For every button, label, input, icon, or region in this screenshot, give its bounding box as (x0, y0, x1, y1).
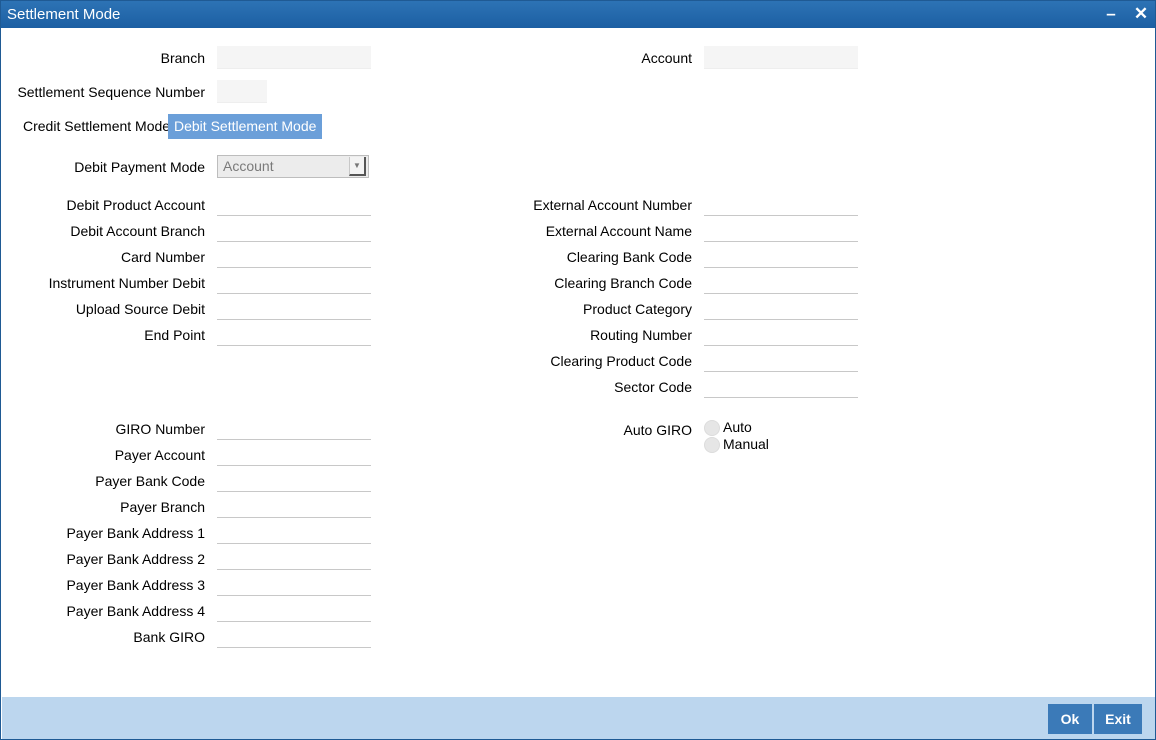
upload-source-debit-field[interactable] (217, 297, 371, 320)
external-account-number-label: External Account Number (533, 197, 692, 213)
payer-bank-address-4-label: Payer Bank Address 4 (66, 603, 205, 619)
payer-bank-code-label: Payer Bank Code (95, 473, 205, 489)
sector-code-field[interactable] (704, 375, 858, 398)
giro-number-label: GIRO Number (115, 421, 205, 437)
payer-bank-address-3-field[interactable] (217, 573, 371, 596)
debit-product-account-field[interactable] (217, 193, 371, 216)
product-category-field[interactable] (704, 297, 858, 320)
clearing-product-code-label: Clearing Product Code (550, 353, 692, 369)
settlement-sequence-field[interactable] (217, 80, 267, 103)
ok-button[interactable]: Ok (1048, 704, 1092, 734)
instrument-number-debit-label: Instrument Number Debit (48, 275, 205, 291)
branch-label: Branch (160, 50, 205, 66)
payer-bank-address-2-field[interactable] (217, 547, 371, 570)
clearing-bank-code-label: Clearing Bank Code (566, 249, 692, 265)
account-field[interactable] (704, 46, 858, 69)
external-account-number-field[interactable] (704, 193, 858, 216)
footer-bar (2, 697, 1155, 739)
giro-number-field[interactable] (217, 417, 371, 440)
card-number-field[interactable] (217, 245, 371, 268)
account-label: Account (641, 50, 692, 66)
end-point-label: End Point (144, 327, 205, 343)
clearing-product-code-field[interactable] (704, 349, 858, 372)
close-icon[interactable]: ✕ (1131, 4, 1151, 24)
payer-branch-field[interactable] (217, 495, 371, 518)
payer-bank-address-2-label: Payer Bank Address 2 (66, 551, 205, 567)
bank-giro-field[interactable] (217, 625, 371, 648)
instrument-number-debit-field[interactable] (217, 271, 371, 294)
payer-bank-address-3-label: Payer Bank Address 3 (66, 577, 205, 593)
routing-number-field[interactable] (704, 323, 858, 346)
payer-bank-address-1-label: Payer Bank Address 1 (66, 525, 205, 541)
window-title: Settlement Mode (7, 6, 121, 23)
payer-account-label: Payer Account (114, 447, 205, 463)
clearing-bank-code-field[interactable] (704, 245, 858, 268)
upload-source-debit-label: Upload Source Debit (75, 301, 205, 317)
tab-debit-settlement-mode[interactable]: Debit Settlement Mode (168, 114, 323, 139)
external-account-name-field[interactable] (704, 219, 858, 242)
debit-product-account-label: Debit Product Account (66, 197, 205, 213)
debit-payment-mode-label: Debit Payment Mode (74, 159, 205, 175)
debit-payment-mode-value: Account (223, 158, 274, 174)
exit-button[interactable]: Exit (1094, 704, 1142, 734)
payer-bank-address-4-field[interactable] (217, 599, 371, 622)
title-bar: Settlement Mode – ✕ (1, 1, 1155, 28)
settlement-mode-window: Settlement Mode – ✕ Branch Account Settl… (0, 0, 1156, 740)
auto-radio[interactable] (704, 420, 720, 436)
payer-bank-code-field[interactable] (217, 469, 371, 492)
debit-payment-mode-select[interactable]: Account ▼ (217, 155, 369, 178)
clearing-branch-code-label: Clearing Branch Code (554, 275, 692, 291)
payer-branch-label: Payer Branch (120, 499, 205, 515)
bank-giro-label: Bank GIRO (133, 629, 205, 645)
manual-radio-label: Manual (723, 436, 769, 452)
debit-account-branch-field[interactable] (217, 219, 371, 242)
card-number-label: Card Number (120, 249, 205, 265)
chevron-down-icon[interactable]: ▼ (349, 157, 366, 176)
debit-account-branch-label: Debit Account Branch (70, 223, 205, 239)
minimize-icon[interactable]: – (1101, 4, 1121, 24)
product-category-label: Product Category (583, 301, 692, 317)
end-point-field[interactable] (217, 323, 371, 346)
clearing-branch-code-field[interactable] (704, 271, 858, 294)
auto-radio-label: Auto (723, 419, 752, 435)
payer-account-field[interactable] (217, 443, 371, 466)
tab-credit-settlement-mode[interactable]: Credit Settlement Mode (17, 114, 176, 139)
routing-number-label: Routing Number (590, 327, 692, 343)
manual-radio[interactable] (704, 437, 720, 453)
sector-code-label: Sector Code (614, 379, 692, 395)
settlement-sequence-label: Settlement Sequence Number (17, 84, 205, 100)
external-account-name-label: External Account Name (545, 223, 692, 239)
branch-field[interactable] (217, 46, 371, 69)
payer-bank-address-1-field[interactable] (217, 521, 371, 544)
auto-giro-label: Auto GIRO (623, 422, 692, 438)
